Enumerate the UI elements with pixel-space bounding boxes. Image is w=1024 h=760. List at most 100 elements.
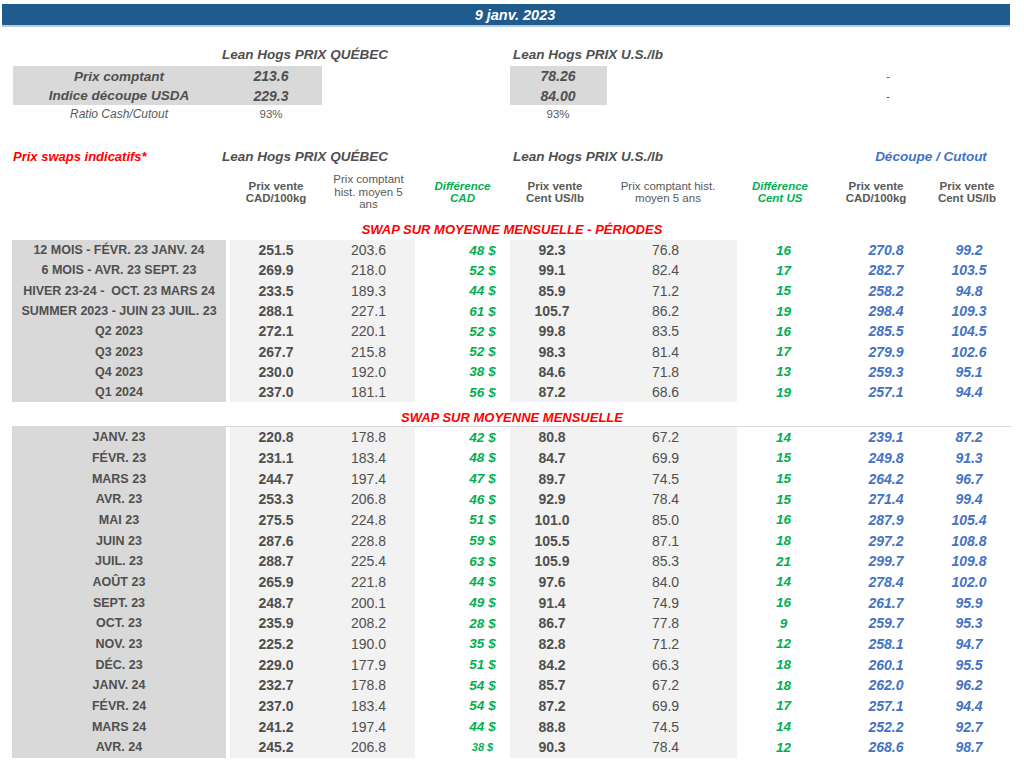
cell-hist-cad: 208.2	[322, 613, 415, 634]
cell-diff-us: 14	[737, 572, 830, 593]
cell-diff-cad: 63 $	[415, 551, 510, 572]
cell-pv-cad: 235.9	[230, 613, 322, 634]
cell-hist-cad: 177.9	[322, 654, 415, 675]
cell-diff-us: 19	[737, 382, 830, 402]
cell-pv-cad: 269.9	[230, 260, 322, 280]
cell-pv-cad: 230.0	[230, 362, 322, 382]
cell-diff-us: 15	[737, 281, 830, 301]
col-header-dec-us: Prix vente Cent US/lb	[922, 172, 1012, 212]
cell-pv-us: 87.2	[510, 382, 594, 402]
cell-hist-us: 71.2	[594, 281, 737, 301]
pricing-sheet: 9 janv. 2023 Lean Hogs PRIX QUÉBEC Lean …	[0, 0, 1024, 760]
row-label: Q4 2023	[12, 362, 226, 382]
section2-header: SWAP SUR MOYENNE MENSUELLE	[12, 410, 1012, 425]
row-label: JANV. 23	[12, 427, 226, 448]
cell-hist-cad: 192.0	[322, 362, 415, 382]
swaps-title: Prix swaps indicatifs*	[13, 149, 147, 164]
cell-hist-us: 68.6	[594, 382, 737, 402]
table-row: FÉVR. 23 231.1 183.4 48 $ 84.7 69.9 15 2…	[12, 448, 1012, 469]
cell-diff-us: 9	[737, 613, 830, 634]
cell-hist-cad: 224.8	[322, 510, 415, 531]
cell-hist-us: 85.3	[594, 551, 737, 572]
cell-diff-cad: 52 $	[415, 341, 510, 361]
cell-diff-us: 18	[737, 530, 830, 551]
cell-pv-cad: 232.7	[230, 675, 322, 696]
cell-dec-us: 99.2	[922, 240, 1012, 260]
ratio-label: Ratio Cash/Cutout	[13, 105, 225, 122]
report-date: 9 janv. 2023	[457, 7, 556, 23]
cell-diff-cad: 54 $	[415, 696, 510, 717]
cell-hist-us: 77.8	[594, 613, 737, 634]
cell-hist-cad: 220.1	[322, 321, 415, 341]
cell-diff-cad: 46 $	[415, 489, 510, 510]
quebec-group-header-swaps: Lean Hogs PRIX QUÉBEC	[217, 149, 393, 164]
cell-pv-us: 105.7	[510, 301, 594, 321]
cell-dec-us: 109.8	[922, 551, 1012, 572]
cell-diff-us: 19	[737, 301, 830, 321]
cell-hist-cad: 227.1	[322, 301, 415, 321]
cell-diff-us: 15	[737, 489, 830, 510]
cell-hist-cad: 181.1	[322, 382, 415, 402]
cell-pv-cad: 265.9	[230, 572, 322, 593]
cell-hist-us: 86.2	[594, 301, 737, 321]
cell-dec-us: 103.5	[922, 260, 1012, 280]
cell-hist-cad: 183.4	[322, 448, 415, 469]
cell-hist-us: 74.5	[594, 716, 737, 737]
cell-diff-cad: 44 $	[415, 716, 510, 737]
cell-pv-us: 92.3	[510, 240, 594, 260]
cell-diff-us: 18	[737, 654, 830, 675]
periods-table: 12 MOIS - FÉVR. 23 JANV. 24 251.5 203.6 …	[12, 240, 1012, 402]
cell-dec-cad: 299.7	[830, 551, 922, 572]
table-row: AOÛT 23 265.9 221.8 44 $ 97.6 84.0 14 27…	[12, 572, 1012, 593]
table-row: SUMMER 2023 - JUIN 23 JUIL. 23 288.1 227…	[12, 301, 1012, 321]
cell-pv-cad: 288.1	[230, 301, 322, 321]
cell-dec-cad: 298.4	[830, 301, 922, 321]
cell-hist-cad: 228.8	[322, 530, 415, 551]
cell-dec-us: 95.3	[922, 613, 1012, 634]
cell-hist-cad: 215.8	[322, 341, 415, 361]
cell-dec-us: 87.2	[922, 427, 1012, 448]
table-row: 12 MOIS - FÉVR. 23 JANV. 24 251.5 203.6 …	[12, 240, 1012, 260]
cell-pv-cad: 237.0	[230, 382, 322, 402]
row-label: DÉC. 23	[12, 654, 226, 675]
cell-hist-us: 82.4	[594, 260, 737, 280]
cell-pv-cad: 251.5	[230, 240, 322, 260]
cell-hist-cad: 206.8	[322, 489, 415, 510]
row-label: AVR. 23	[12, 489, 226, 510]
cell-dec-us: 104.5	[922, 321, 1012, 341]
cell-dec-us: 102.0	[922, 572, 1012, 593]
cell-dec-cad: 287.9	[830, 510, 922, 531]
cell-pv-us: 85.7	[510, 675, 594, 696]
cell-diff-cad: 44 $	[415, 281, 510, 301]
table-row: NOV. 23 225.2 190.0 35 $ 82.8 71.2 12 25…	[12, 634, 1012, 655]
cell-diff-cad: 49 $	[415, 592, 510, 613]
cell-dec-cad: 285.5	[830, 321, 922, 341]
col-header-pv-us: Prix vente Cent US/lb	[510, 172, 600, 212]
cell-hist-us: 78.4	[594, 737, 737, 758]
cell-pv-cad: 229.0	[230, 654, 322, 675]
cell-pv-cad: 248.7	[230, 592, 322, 613]
cell-diff-us: 17	[737, 341, 830, 361]
row-label: MARS 23	[12, 468, 226, 489]
cell-hist-us: 69.9	[594, 696, 737, 717]
table-row: Q1 2024 237.0 181.1 56 $ 87.2 68.6 19 25…	[12, 382, 1012, 402]
cell-hist-us: 81.4	[594, 341, 737, 361]
cell-diff-cad: 38 $	[415, 362, 510, 382]
cell-pv-us: 99.8	[510, 321, 594, 341]
table-row: JUIN 23 287.6 228.8 59 $ 105.5 87.1 18 2…	[12, 530, 1012, 551]
cell-dec-cad: 259.3	[830, 362, 922, 382]
cell-pv-us: 101.0	[510, 510, 594, 531]
table-row: SEPT. 23 248.7 200.1 49 $ 91.4 74.9 16 2…	[12, 592, 1012, 613]
table-row: DÉC. 23 229.0 177.9 51 $ 84.2 66.3 18 26…	[12, 654, 1012, 675]
table-row: Q4 2023 230.0 192.0 38 $ 84.6 71.8 13 25…	[12, 362, 1012, 382]
cell-diff-us: 14	[737, 427, 830, 448]
cell-pv-us: 105.9	[510, 551, 594, 572]
cell-hist-us: 83.5	[594, 321, 737, 341]
section1-header: SWAP SUR MOYENNE MENSUELLE - PÉRIODES	[12, 222, 1012, 237]
cell-dec-us: 95.9	[922, 592, 1012, 613]
cell-dec-cad: 257.1	[830, 696, 922, 717]
col-header-dec-cad: Prix vente CAD/100kg	[830, 172, 922, 212]
cell-diff-us: 16	[737, 510, 830, 531]
cell-pv-us: 105.5	[510, 530, 594, 551]
cell-dec-us: 95.5	[922, 654, 1012, 675]
